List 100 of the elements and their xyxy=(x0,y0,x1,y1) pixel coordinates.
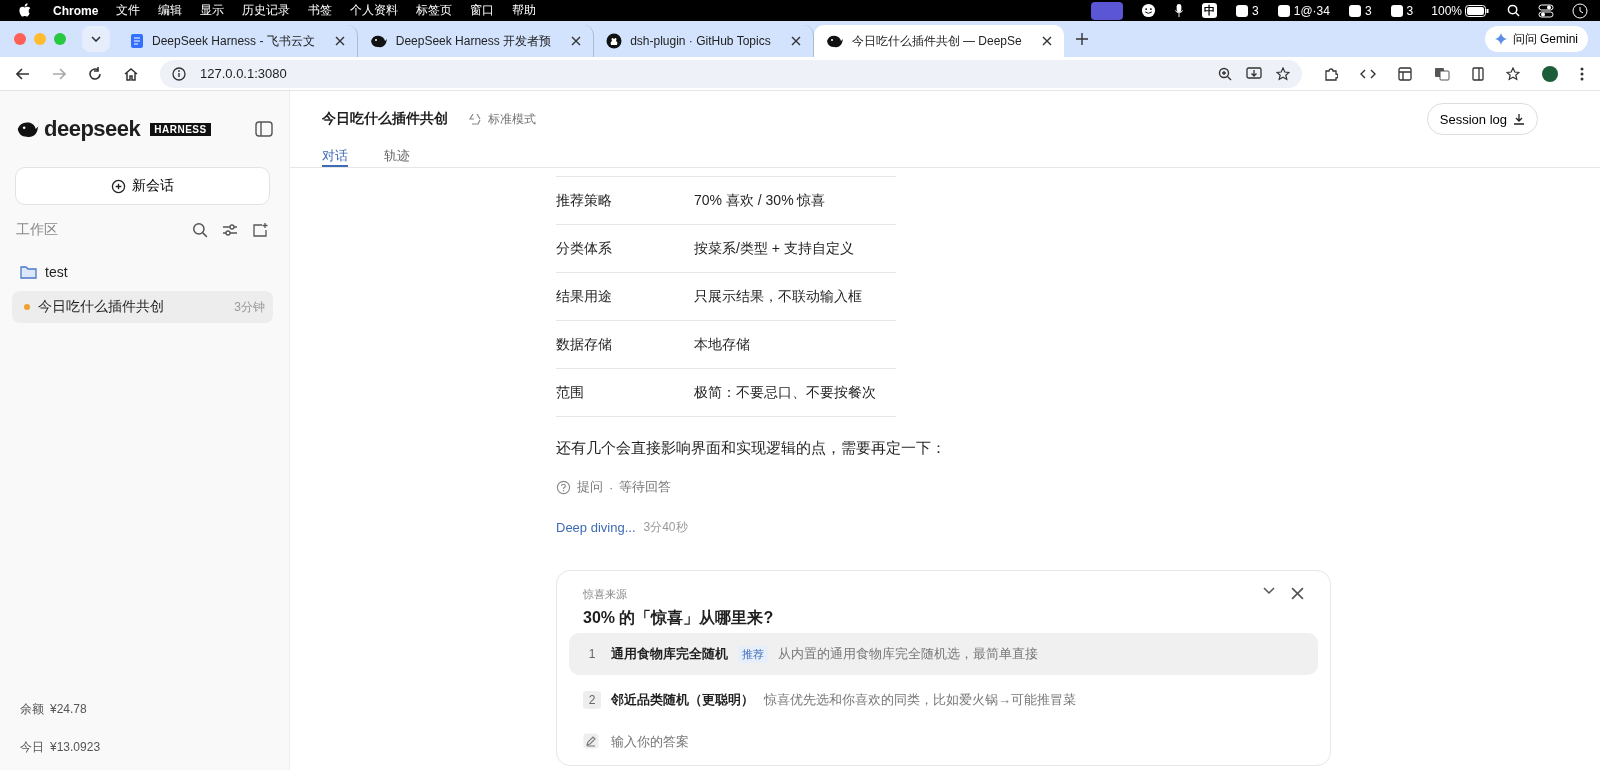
menu-app-name[interactable]: Chrome xyxy=(53,3,99,18)
menu-item[interactable]: 文件 xyxy=(116,2,141,19)
microphone-icon[interactable] xyxy=(1174,3,1185,18)
table-cell-text: 分类体系 xyxy=(556,239,613,258)
install-app-icon[interactable] xyxy=(1246,66,1262,81)
menu-item[interactable]: 编辑 xyxy=(158,2,183,19)
control-center-icon[interactable] xyxy=(1538,3,1554,18)
answer-field[interactable]: 输入你的答案 xyxy=(609,732,1304,750)
brand-badge: HARNESS xyxy=(150,122,211,136)
battery-percent: 100% xyxy=(1431,3,1462,18)
view-tab[interactable]: 对话 xyxy=(322,147,348,167)
pencil-icon xyxy=(583,733,599,749)
status-count: 3 xyxy=(1406,3,1414,18)
address-field[interactable]: 127.0.0.1:3080 xyxy=(160,59,1302,88)
input-method-indicator[interactable]: 中 xyxy=(1202,3,1218,18)
smiley-icon[interactable] xyxy=(1141,3,1157,18)
close-icon[interactable] xyxy=(1041,36,1052,46)
menu-item[interactable]: 帮助 xyxy=(512,2,537,19)
zoom-icon[interactable] xyxy=(1218,66,1232,81)
table-cell: 70% 喜欢 / 30% 惊喜 xyxy=(694,191,826,210)
chevron-down-icon xyxy=(91,36,101,42)
stat-label: 余额 xyxy=(20,700,44,718)
mode-label: 标准模式 xyxy=(488,110,536,128)
screen-share-icon[interactable] xyxy=(1091,1,1124,20)
table-cell: 只展示结果，不联动输入框 xyxy=(694,287,862,306)
whale-icon xyxy=(825,34,844,48)
table-cell-text: 范围 xyxy=(556,383,585,402)
apple-logo-icon[interactable] xyxy=(18,3,31,18)
status-count: 3 xyxy=(1364,3,1372,18)
back-arrow-icon[interactable] xyxy=(16,67,30,80)
app-status-icon[interactable] xyxy=(1235,3,1250,18)
code-icon[interactable] xyxy=(1360,67,1376,80)
stat-value: ¥13.0923 xyxy=(50,740,101,754)
close-icon[interactable] xyxy=(571,36,582,46)
translate-icon[interactable] xyxy=(1434,66,1450,81)
stat-value: ¥24.78 xyxy=(50,702,87,716)
browser-tab[interactable]: 今日吃什么插件共创 — DeepSe xyxy=(813,25,1064,57)
search-icon[interactable] xyxy=(192,222,208,238)
sidebar-toggle-icon[interactable] xyxy=(255,121,273,137)
close-icon[interactable] xyxy=(334,36,345,46)
app-status-icon[interactable] xyxy=(1389,3,1404,18)
menu-item[interactable]: 历史记录 xyxy=(242,2,291,19)
document-icon xyxy=(130,33,144,49)
folder-item[interactable]: test xyxy=(12,257,273,287)
menu-item[interactable]: 标签页 xyxy=(416,2,453,19)
filter-icon[interactable] xyxy=(222,222,238,238)
menu-item[interactable]: 个人资料 xyxy=(350,2,399,19)
table-cell: 按菜系/类型 + 支持自定义 xyxy=(694,239,854,258)
brand-name: deepseek xyxy=(44,116,141,142)
close-icon[interactable] xyxy=(1291,587,1304,600)
status-count: 3 xyxy=(1252,3,1259,18)
app-status-icon[interactable] xyxy=(1276,3,1291,18)
sparkle-icon xyxy=(1494,33,1507,45)
plus-icon[interactable] xyxy=(1075,33,1088,45)
layout-icon[interactable] xyxy=(1398,66,1412,81)
elapsed-time: 3分40秒 xyxy=(643,519,688,536)
star-icon[interactable] xyxy=(1276,66,1290,81)
cat-silhouette-icon xyxy=(606,33,623,49)
table-cell-text: 数据存储 xyxy=(556,335,613,354)
new-folder-icon[interactable] xyxy=(252,222,269,238)
question-label: 提问 xyxy=(577,478,603,496)
session-item[interactable]: 今日吃什么插件共创 3分钟 xyxy=(12,291,273,323)
answer-option[interactable]: 1 通用食物库完全随机 推荐 从内置的通用食物库完全随机选，最简单直接 xyxy=(569,633,1318,675)
profile-avatar[interactable] xyxy=(1542,65,1558,82)
close-icon[interactable] xyxy=(790,36,801,46)
app-status-icon[interactable] xyxy=(1347,3,1362,18)
chevron-down-icon[interactable] xyxy=(1263,587,1275,595)
menu-item[interactable]: 显示 xyxy=(200,2,225,19)
more-icon[interactable] xyxy=(1580,66,1584,81)
search-icon[interactable] xyxy=(1507,4,1520,17)
panel-icon[interactable] xyxy=(1472,66,1484,81)
menu-item[interactable]: 书签 xyxy=(308,2,333,19)
section-label: 工作区 xyxy=(16,221,58,239)
download-icon xyxy=(1513,113,1525,125)
session-log-button[interactable]: Session log xyxy=(1426,103,1538,135)
whale-icon xyxy=(369,34,388,48)
clock-icon[interactable] xyxy=(1572,2,1588,19)
puzzle-icon[interactable] xyxy=(1324,66,1338,81)
view-tab[interactable]: 轨迹 xyxy=(384,147,410,167)
battery-icon[interactable] xyxy=(1465,4,1489,17)
tab-search-button[interactable] xyxy=(82,26,110,52)
separator-dot: · xyxy=(609,479,614,495)
menu-item[interactable]: 窗口 xyxy=(470,2,495,19)
question-icon xyxy=(556,479,571,495)
question-state: 等待回答 xyxy=(619,478,672,496)
new-chat-button[interactable]: 新会话 xyxy=(15,167,270,205)
session-time: 3分钟 xyxy=(234,298,265,316)
gemini-button[interactable]: 问问 Gemini xyxy=(1484,26,1588,52)
conversation-title: 今日吃什么插件共创 xyxy=(322,110,448,128)
home-icon[interactable] xyxy=(124,66,138,81)
table-cell-text: 结果用途 xyxy=(556,287,613,306)
folder-name: test xyxy=(45,264,68,280)
stat-label: 今日 xyxy=(20,738,44,756)
plus-circle-icon xyxy=(111,178,126,194)
info-icon[interactable] xyxy=(172,66,186,81)
reload-icon[interactable] xyxy=(88,66,102,81)
folder-icon xyxy=(20,265,37,279)
answer-option[interactable]: 2 邻近品类随机（更聪明） 惊喜优先选和你喜欢的同类，比如爱火锅→可能推冒菜 xyxy=(569,679,1318,721)
bookmarks-icon[interactable] xyxy=(1506,66,1520,81)
recycle-icon xyxy=(468,112,482,126)
